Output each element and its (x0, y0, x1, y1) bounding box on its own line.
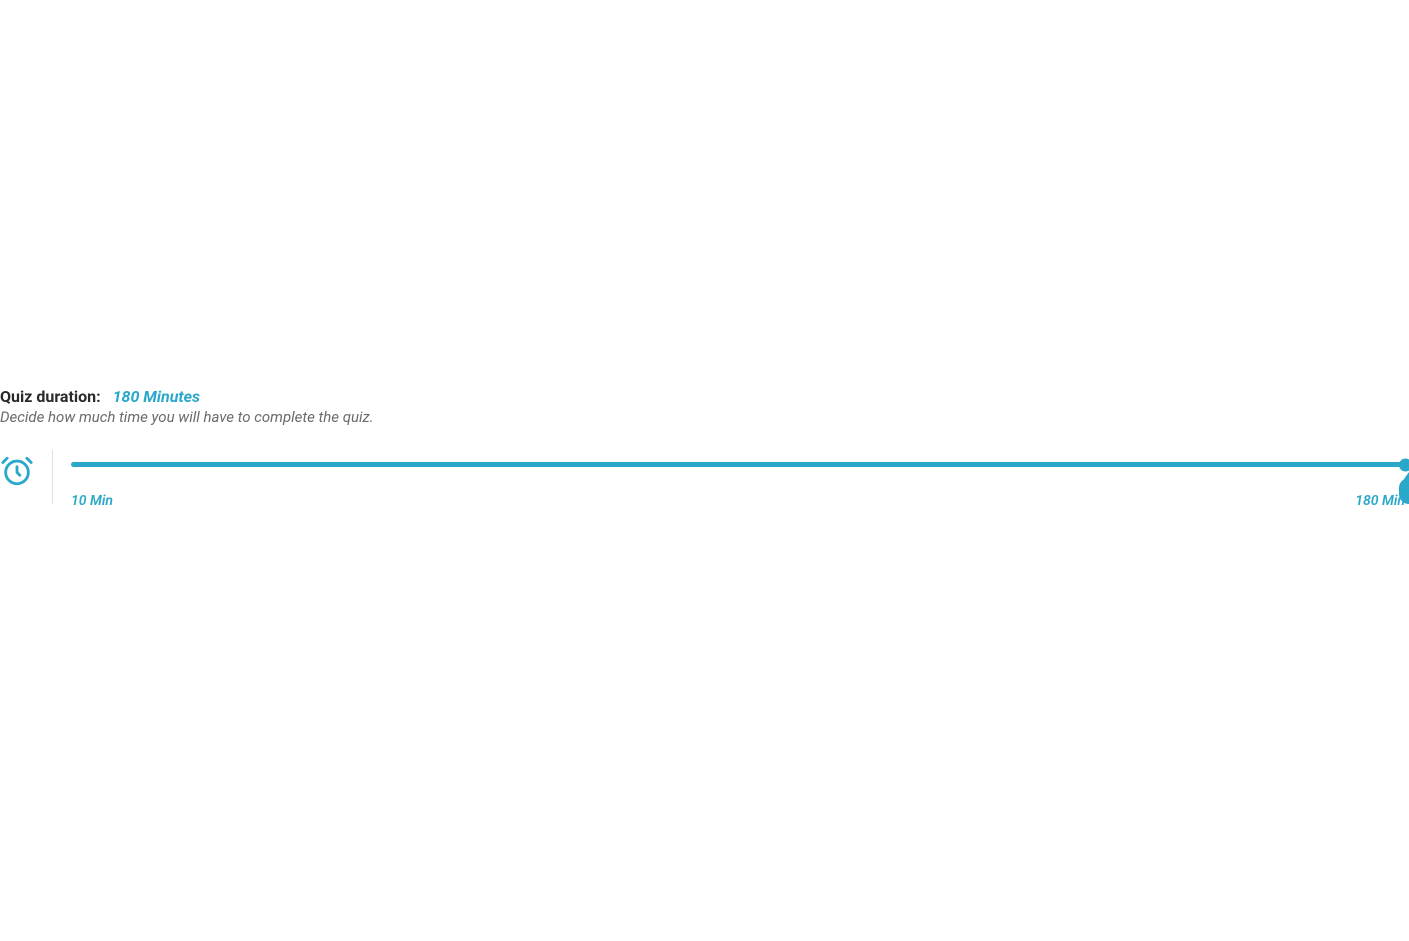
duration-header: Quiz duration: 180 Minutes (0, 387, 1409, 406)
duration-slider-row: 10 Min 180 Min (0, 454, 1409, 509)
duration-slider-tooltip (1399, 478, 1409, 504)
vertical-divider (52, 450, 53, 504)
clock-icon-wrapper (0, 454, 34, 488)
quiz-duration-section: Quiz duration: 180 Minutes Decide how mu… (0, 387, 1409, 509)
duration-label: Quiz duration: (0, 387, 101, 406)
duration-slider[interactable] (71, 462, 1409, 467)
duration-slider-thumb[interactable] (1399, 458, 1409, 471)
duration-value: 180 Minutes (113, 387, 200, 406)
duration-slider-container: 10 Min 180 Min (71, 454, 1409, 509)
duration-slider-labels: 10 Min 180 Min (71, 493, 1409, 509)
duration-description: Decide how much time you will have to co… (0, 408, 1409, 426)
duration-min-label: 10 Min (71, 493, 113, 509)
alarm-clock-icon (0, 454, 34, 488)
